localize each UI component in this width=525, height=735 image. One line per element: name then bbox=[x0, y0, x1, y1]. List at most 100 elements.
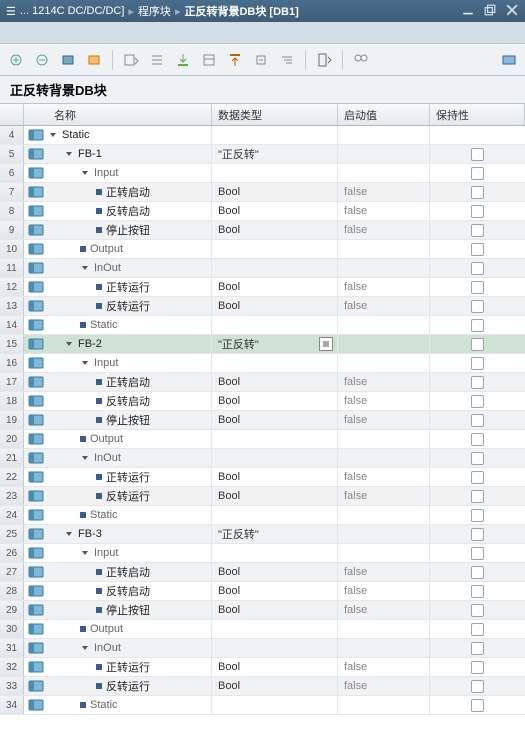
row-number[interactable]: 34 bbox=[0, 696, 24, 714]
start-value-cell[interactable]: false bbox=[338, 601, 430, 619]
retain-checkbox[interactable] bbox=[471, 205, 484, 218]
retain-cell[interactable] bbox=[430, 677, 525, 695]
retain-checkbox[interactable] bbox=[471, 433, 484, 446]
name-cell[interactable]: Input bbox=[48, 354, 212, 372]
expand-icon[interactable] bbox=[80, 453, 90, 463]
toolbar-btn-9[interactable] bbox=[225, 50, 245, 70]
type-cell[interactable]: Bool bbox=[212, 658, 338, 676]
type-cell[interactable] bbox=[212, 620, 338, 638]
retain-checkbox[interactable] bbox=[471, 680, 484, 693]
type-cell[interactable]: Bool bbox=[212, 468, 338, 486]
name-cell[interactable]: 停止按钮 bbox=[48, 411, 212, 429]
name-cell[interactable]: Output bbox=[48, 240, 212, 258]
type-cell[interactable]: Bool bbox=[212, 392, 338, 410]
retain-checkbox[interactable] bbox=[471, 699, 484, 712]
name-cell[interactable]: 正转启动 bbox=[48, 373, 212, 391]
row-number[interactable]: 25 bbox=[0, 525, 24, 543]
retain-checkbox[interactable] bbox=[471, 509, 484, 522]
col-rownum[interactable] bbox=[0, 104, 24, 125]
row-number[interactable]: 6 bbox=[0, 164, 24, 182]
row-number[interactable]: 28 bbox=[0, 582, 24, 600]
start-value-cell[interactable]: false bbox=[338, 468, 430, 486]
expand-icon[interactable] bbox=[64, 149, 74, 159]
retain-checkbox[interactable] bbox=[471, 471, 484, 484]
start-value-cell[interactable] bbox=[338, 525, 430, 543]
retain-checkbox[interactable] bbox=[471, 642, 484, 655]
type-cell[interactable]: Bool bbox=[212, 183, 338, 201]
expand-icon[interactable] bbox=[80, 263, 90, 273]
table-row[interactable]: 27正转启动Boolfalse bbox=[0, 563, 525, 582]
row-number[interactable]: 23 bbox=[0, 487, 24, 505]
row-number[interactable]: 27 bbox=[0, 563, 24, 581]
name-cell[interactable]: 反转启动 bbox=[48, 582, 212, 600]
table-row[interactable]: 20Output bbox=[0, 430, 525, 449]
retain-checkbox[interactable] bbox=[471, 357, 484, 370]
type-cell[interactable]: "正反转" bbox=[212, 335, 338, 353]
table-row[interactable]: 18反转启动Boolfalse bbox=[0, 392, 525, 411]
start-value-cell[interactable] bbox=[338, 354, 430, 372]
retain-checkbox[interactable] bbox=[471, 452, 484, 465]
retain-checkbox[interactable] bbox=[471, 604, 484, 617]
retain-cell[interactable] bbox=[430, 411, 525, 429]
table-row[interactable]: 32正转运行Boolfalse bbox=[0, 658, 525, 677]
type-cell[interactable]: Bool bbox=[212, 278, 338, 296]
data-grid[interactable]: 4Static5FB-1"正反转"6Input7正转启动Boolfalse8反转… bbox=[0, 126, 525, 735]
retain-checkbox[interactable] bbox=[471, 623, 484, 636]
retain-checkbox[interactable] bbox=[471, 167, 484, 180]
retain-cell[interactable] bbox=[430, 354, 525, 372]
row-number[interactable]: 30 bbox=[0, 620, 24, 638]
type-cell[interactable]: Bool bbox=[212, 297, 338, 315]
retain-cell[interactable] bbox=[430, 449, 525, 467]
name-cell[interactable]: FB-2 bbox=[48, 335, 212, 353]
table-row[interactable]: 4Static bbox=[0, 126, 525, 145]
toolbar-btn-2[interactable] bbox=[32, 50, 52, 70]
close-button[interactable] bbox=[501, 0, 523, 20]
col-name[interactable]: 名称 bbox=[24, 104, 212, 125]
start-value-cell[interactable]: false bbox=[338, 278, 430, 296]
start-value-cell[interactable]: false bbox=[338, 582, 430, 600]
retain-cell[interactable] bbox=[430, 620, 525, 638]
name-cell[interactable]: Static bbox=[48, 506, 212, 524]
expand-icon[interactable] bbox=[48, 130, 58, 140]
toolbar-btn-1[interactable] bbox=[6, 50, 26, 70]
name-cell[interactable]: InOut bbox=[48, 259, 212, 277]
retain-checkbox[interactable] bbox=[471, 395, 484, 408]
expand-icon[interactable] bbox=[64, 529, 74, 539]
start-value-cell[interactable] bbox=[338, 164, 430, 182]
start-value-cell[interactable] bbox=[338, 259, 430, 277]
table-row[interactable]: 23反转运行Boolfalse bbox=[0, 487, 525, 506]
name-cell[interactable]: 反转运行 bbox=[48, 297, 212, 315]
row-number[interactable]: 14 bbox=[0, 316, 24, 334]
name-cell[interactable]: 正转启动 bbox=[48, 563, 212, 581]
type-cell[interactable] bbox=[212, 316, 338, 334]
type-cell[interactable] bbox=[212, 639, 338, 657]
retain-cell[interactable] bbox=[430, 639, 525, 657]
type-cell[interactable]: Bool bbox=[212, 373, 338, 391]
table-row[interactable]: 8反转启动Boolfalse bbox=[0, 202, 525, 221]
name-cell[interactable]: 停止按钮 bbox=[48, 601, 212, 619]
col-start[interactable]: 启动值 bbox=[338, 104, 430, 125]
type-cell[interactable] bbox=[212, 506, 338, 524]
row-number[interactable]: 31 bbox=[0, 639, 24, 657]
table-row[interactable]: 26Input bbox=[0, 544, 525, 563]
table-row[interactable]: 9停止按钮Boolfalse bbox=[0, 221, 525, 240]
retain-cell[interactable] bbox=[430, 525, 525, 543]
name-cell[interactable]: Static bbox=[48, 126, 212, 144]
row-number[interactable]: 13 bbox=[0, 297, 24, 315]
retain-cell[interactable] bbox=[430, 164, 525, 182]
crumb-2[interactable]: 程序块 bbox=[138, 3, 171, 19]
retain-checkbox[interactable] bbox=[471, 528, 484, 541]
name-cell[interactable]: 正转运行 bbox=[48, 658, 212, 676]
retain-checkbox[interactable] bbox=[471, 300, 484, 313]
table-row[interactable]: 21InOut bbox=[0, 449, 525, 468]
toolbar-btn-11[interactable] bbox=[277, 50, 297, 70]
retain-cell[interactable] bbox=[430, 297, 525, 315]
retain-checkbox[interactable] bbox=[471, 376, 484, 389]
toolbar-btn-10[interactable] bbox=[251, 50, 271, 70]
retain-cell[interactable] bbox=[430, 582, 525, 600]
table-row[interactable]: 33反转运行Boolfalse bbox=[0, 677, 525, 696]
row-number[interactable]: 32 bbox=[0, 658, 24, 676]
start-value-cell[interactable]: false bbox=[338, 563, 430, 581]
row-number[interactable]: 26 bbox=[0, 544, 24, 562]
type-cell[interactable]: Bool bbox=[212, 487, 338, 505]
